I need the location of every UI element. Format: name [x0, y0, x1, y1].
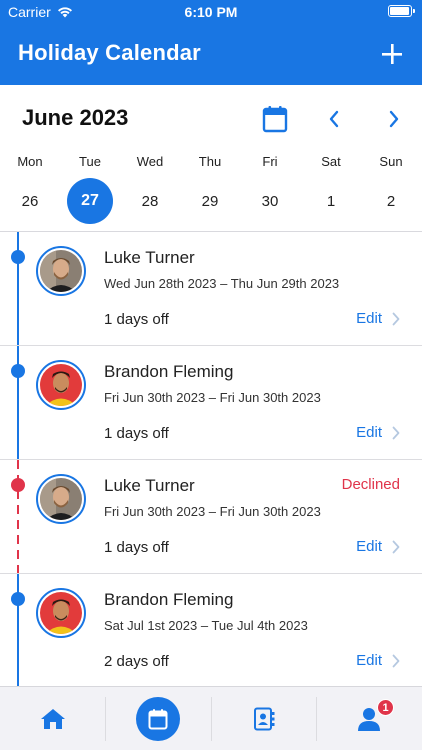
edit-button[interactable]: Edit [356, 424, 400, 441]
weekday-label: Sat [321, 154, 341, 169]
status-time: 6:10 PM [184, 4, 238, 20]
timeline-dot [11, 592, 25, 606]
days-off-count: 2 days off [104, 653, 169, 670]
holiday-request-list: Luke Turner Wed Jun 28th 2023 – Thu Jun … [0, 232, 422, 688]
weekday-label: Tue [79, 154, 101, 169]
active-tab-indicator [135, 697, 180, 741]
status-bar: Carrier 6:10 PM [0, 0, 422, 24]
date-button[interactable]: 1 [308, 178, 354, 224]
holiday-request-row[interactable]: Luke Turner Declined Fri Jun 30th 2023 –… [0, 460, 422, 574]
weekday-label: Mon [17, 154, 43, 169]
app-header: Carrier 6:10 PM Holiday Calendar [0, 0, 422, 85]
timeline-line [17, 346, 19, 459]
weekday-label: Sun [379, 154, 403, 169]
edit-label: Edit [356, 310, 382, 327]
tab-contacts[interactable] [211, 687, 316, 750]
luke-avatar-photo [40, 250, 82, 292]
declined-status: Declined [341, 476, 400, 493]
app-root: Carrier 6:10 PM Holiday Calendar June 20… [0, 0, 422, 750]
selected-date-button[interactable]: 27 [67, 178, 113, 224]
home-icon [40, 709, 65, 729]
avatar [36, 474, 86, 524]
plus-icon [382, 44, 402, 64]
date-button[interactable]: 26 [7, 178, 53, 224]
employee-name: Luke Turner [104, 476, 195, 495]
chevron-right-icon [392, 312, 400, 325]
date-range: Fri Jun 30th 2023 – Fri Jun 30th 2023 [104, 390, 321, 405]
holiday-request-row[interactable]: Brandon Fleming Fri Jun 30th 2023 – Fri … [0, 346, 422, 460]
weekday-label: Thu [198, 154, 222, 169]
avatar [36, 360, 86, 410]
edit-label: Edit [356, 424, 382, 441]
date-range: Fri Jun 30th 2023 – Fri Jun 30th 2023 [104, 504, 321, 519]
luke-avatar-photo [40, 478, 82, 520]
edit-button[interactable]: Edit [356, 310, 400, 327]
contacts-icon [253, 707, 274, 731]
avatar [36, 246, 86, 296]
battery-icon [388, 5, 415, 17]
chevron-right-icon [392, 540, 400, 553]
day-column-sun[interactable]: Sun 2 [361, 150, 421, 230]
week-strip: Mon 26 Tue 27 Wed 28 Thu 29 Fri 30 Sat 1… [0, 150, 422, 230]
edit-label: Edit [356, 538, 382, 555]
day-column-thu[interactable]: Thu 29 [180, 150, 240, 230]
edit-label: Edit [356, 652, 382, 669]
notification-badge: 1 [377, 699, 394, 716]
day-column-wed[interactable]: Wed 28 [120, 150, 180, 230]
tab-profile[interactable]: 1 [317, 687, 422, 750]
date-range: Wed Jun 28th 2023 – Thu Jun 29th 2023 [104, 276, 340, 291]
date-button[interactable]: 30 [247, 178, 293, 224]
days-off-count: 1 days off [104, 425, 169, 442]
date-button[interactable]: 2 [368, 178, 414, 224]
days-off-count: 1 days off [104, 311, 169, 328]
timeline-dot-declined [11, 478, 25, 492]
chevron-right-icon [392, 426, 400, 439]
date-button[interactable]: 28 [127, 178, 173, 224]
edit-button[interactable]: Edit [356, 538, 400, 555]
holiday-request-row[interactable]: Luke Turner Wed Jun 28th 2023 – Thu Jun … [0, 232, 422, 346]
weekday-label: Fri [262, 154, 278, 169]
add-holiday-button[interactable] [376, 38, 408, 70]
brandon-avatar-photo [40, 364, 82, 406]
employee-name: Luke Turner [104, 248, 195, 267]
days-off-count: 1 days off [104, 539, 169, 556]
employee-name: Brandon Fleming [104, 590, 234, 609]
employee-name: Brandon Fleming [104, 362, 234, 381]
chevron-right-icon [392, 654, 400, 667]
calendar-icon [262, 106, 288, 133]
page-title: Holiday Calendar [18, 40, 201, 65]
tab-calendar[interactable] [105, 687, 210, 750]
weekday-label: Wed [136, 154, 164, 169]
month-label: June 2023 [22, 105, 129, 130]
day-column-tue[interactable]: Tue 27 [60, 150, 120, 230]
timeline-dot [11, 250, 25, 264]
day-column-mon[interactable]: Mon 26 [0, 150, 60, 230]
tab-home[interactable] [0, 687, 105, 750]
day-column-sat[interactable]: Sat 1 [301, 150, 361, 230]
holiday-request-row[interactable]: Brandon Fleming Sat Jul 1st 2023 – Tue J… [0, 574, 422, 688]
previous-week-button[interactable] [320, 107, 348, 131]
date-range: Sat Jul 1st 2023 – Tue Jul 4th 2023 [104, 618, 308, 633]
edit-button[interactable]: Edit [356, 652, 400, 669]
chevron-left-icon [329, 110, 339, 128]
timeline-line-declined [17, 460, 19, 573]
chevron-right-icon [389, 110, 399, 128]
timeline-dot [11, 364, 25, 378]
date-button[interactable]: 29 [187, 178, 233, 224]
next-week-button[interactable] [380, 107, 408, 131]
tab-bar: 1 [0, 686, 422, 750]
month-header: June 2023 [0, 85, 422, 151]
day-column-fri[interactable]: Fri 30 [240, 150, 300, 230]
calendar-picker-button[interactable] [262, 105, 290, 133]
brandon-avatar-photo [40, 592, 82, 634]
calendar-icon [148, 709, 167, 730]
avatar [36, 588, 86, 638]
timeline-line [17, 232, 19, 345]
